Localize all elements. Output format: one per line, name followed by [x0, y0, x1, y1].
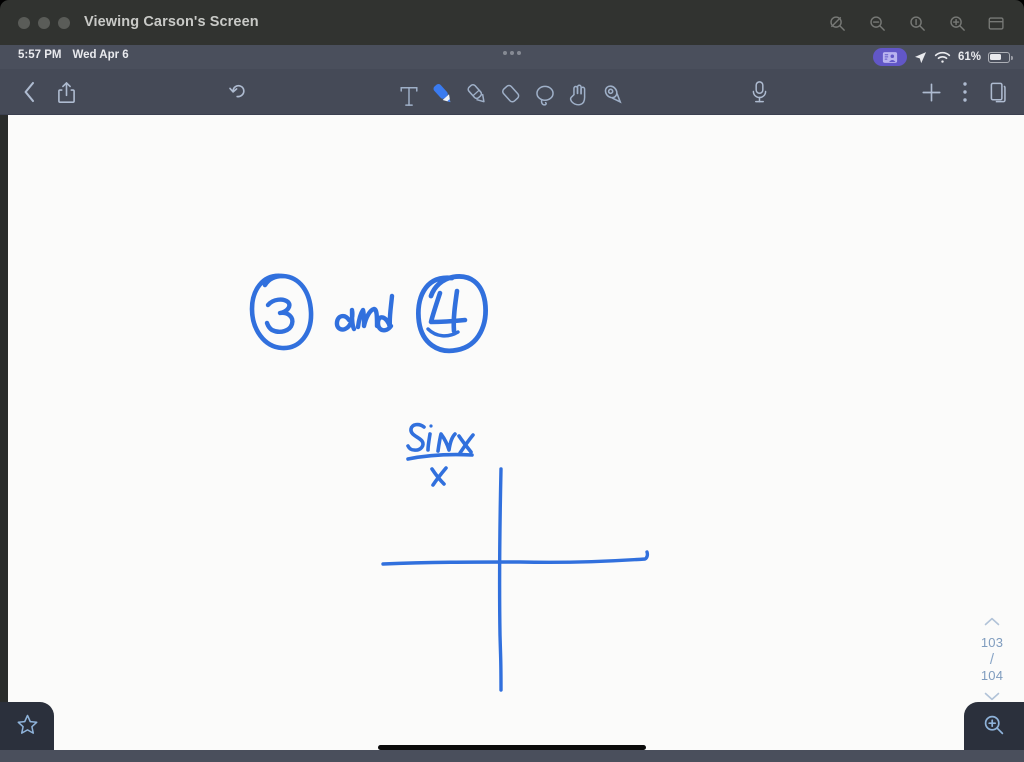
- highlighter-tool[interactable]: [460, 75, 494, 109]
- current-page-number: 103: [980, 635, 1004, 650]
- zoom-in-icon[interactable]: [944, 10, 970, 36]
- pen-tool[interactable]: [426, 75, 460, 109]
- pages-button[interactable]: [982, 77, 1012, 107]
- letter-n: [355, 306, 380, 330]
- lasso-tool[interactable]: [528, 75, 562, 109]
- status-time: 5:57 PM: [18, 49, 62, 61]
- ios-status-bar: 5:57 PM Wed Apr 6 61%: [0, 45, 1024, 69]
- handwriting-ink-layer: [249, 273, 650, 692]
- home-indicator[interactable]: [378, 745, 646, 750]
- battery-icon: [988, 51, 1013, 63]
- zoom-out-icon[interactable]: [864, 10, 890, 36]
- add-button[interactable]: [916, 77, 946, 107]
- letter-d: [375, 293, 395, 333]
- status-bar-right: 61%: [872, 48, 1013, 66]
- letter-a: [334, 307, 357, 332]
- microphone-button[interactable]: [744, 77, 774, 107]
- minimize-button[interactable]: [38, 17, 50, 29]
- total-page-count: 104: [980, 668, 1004, 684]
- circle-around-four: [416, 274, 488, 354]
- zoom-in-icon[interactable]: [982, 713, 1006, 742]
- page-navigator: 103 / 104: [974, 610, 1010, 709]
- undo-button[interactable]: [224, 77, 254, 107]
- letter-s: [406, 422, 426, 452]
- letter-i-dot: [429, 424, 433, 428]
- star-icon[interactable]: [16, 713, 39, 741]
- ipad-screen: 5:57 PM Wed Apr 6 61% 103 / 104: [0, 45, 1024, 762]
- share-button[interactable]: [51, 77, 81, 107]
- drawing-tools-group: [392, 75, 630, 109]
- digit-four-stem: [451, 288, 460, 334]
- status-bar-left: 5:57 PM Wed Apr 6: [18, 49, 129, 61]
- window-toolbar: [824, 10, 1010, 36]
- multitasking-handle[interactable]: [503, 51, 521, 55]
- status-date: Wed Apr 6: [72, 49, 129, 61]
- wifi-icon: [934, 51, 951, 64]
- digit-three: [264, 297, 295, 334]
- app-toolbar: [0, 69, 1024, 115]
- text-tool[interactable]: [392, 75, 426, 109]
- page-separator: /: [989, 650, 995, 668]
- axis-vertical: [497, 467, 503, 692]
- letter-n2: [436, 432, 457, 453]
- zoom-fit-icon[interactable]: [904, 10, 930, 36]
- fraction-bar: [406, 452, 474, 461]
- ipad-bottom-chrome: [0, 750, 1024, 762]
- zoom-disabled-icon[interactable]: [824, 10, 850, 36]
- note-canvas[interactable]: 103 / 104: [0, 115, 1024, 762]
- back-button[interactable]: [14, 77, 44, 107]
- maximize-button[interactable]: [58, 17, 70, 29]
- eraser-tool[interactable]: [494, 75, 528, 109]
- shape-tool[interactable]: [596, 75, 630, 109]
- axis-horizontal: [381, 550, 650, 566]
- location-arrow-icon: [914, 51, 927, 64]
- window-title: Viewing Carson's Screen: [84, 14, 259, 30]
- page-up-button[interactable]: [984, 610, 1000, 634]
- battery-percent: 61%: [957, 51, 981, 63]
- mac-window-titlebar: Viewing Carson's Screen: [0, 0, 1024, 45]
- window-list-icon[interactable]: [984, 10, 1010, 36]
- screen-sharing-badge[interactable]: [872, 48, 907, 66]
- close-button[interactable]: [18, 17, 30, 29]
- screen-root: Viewing Carson's Screen 5:57 PM Wed Apr …: [0, 0, 1024, 762]
- digit-four-diagonal: [428, 290, 468, 325]
- hand-tool[interactable]: [562, 75, 596, 109]
- letter-i-stem: [426, 432, 432, 452]
- more-button[interactable]: [950, 77, 980, 107]
- window-traffic-lights: [18, 17, 70, 29]
